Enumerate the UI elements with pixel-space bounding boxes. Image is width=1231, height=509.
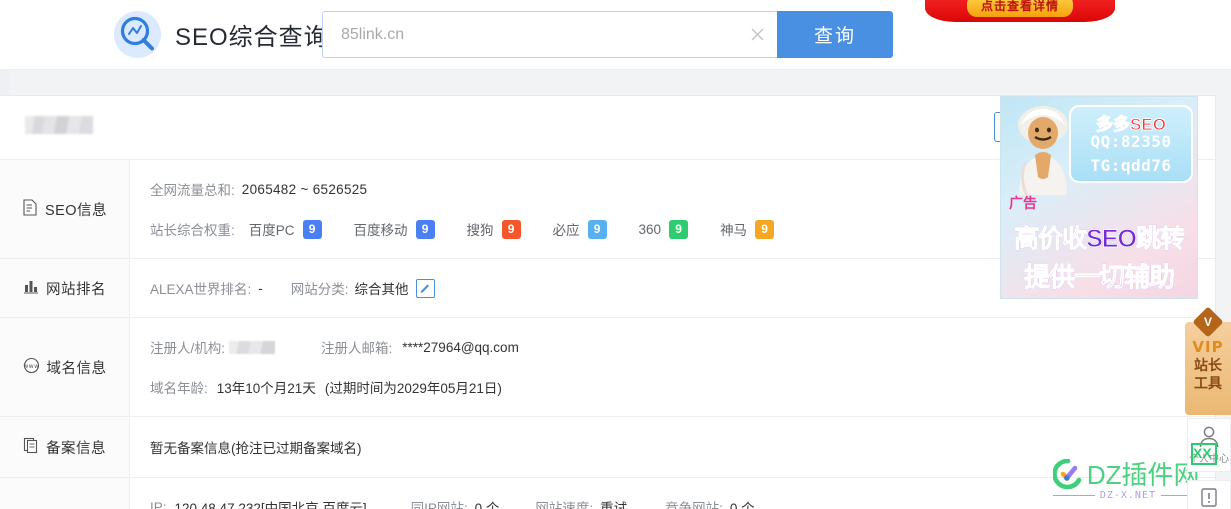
redacted-registrant [229,340,276,354]
result-panel: 历史数据 立即更新 [0,95,1216,509]
ad-tg: TG:qdd76 [1090,156,1172,175]
close-icon[interactable] [737,12,777,57]
document-seo-icon [22,198,38,220]
weight-badge: 9 [755,219,775,239]
ad-banner[interactable]: 多多SEO QQ:82350 TG:qdd76 广告 高价收SEO跳转 提供一切… [1000,96,1198,299]
weight-name: 神马 [720,223,748,238]
icp-text: 暂无备案信息(抢注已过期备案域名) [150,441,362,456]
domain-age-line: 域名年龄: 13年10个月21天 (过期时间为2029年05月21日) [150,374,1215,400]
weight-bing[interactable]: 必应 9 [553,219,607,239]
expire-note: (过期时间为2029年05月21日) [324,381,502,396]
redacted-site-name [25,116,93,134]
vip-diamond-letter: V [1203,315,1212,329]
www-globe-icon: www [23,357,40,378]
registrant-label: 注册人/机构: [150,341,226,356]
promo-banner-label[interactable]: 点击查看详情 [966,0,1074,17]
bar-chart-icon [23,279,39,298]
weight-name: 搜狗 [466,223,494,238]
speed-value[interactable]: 重试 [600,497,627,509]
alexa-label: ALEXA世界排名: [150,282,252,297]
feedback-widget[interactable] [1187,480,1231,509]
traffic-label: 全网流量总和: [150,183,235,198]
sidebar-item-label: SEO信息 [44,202,108,219]
email-label: 注册人邮箱: [321,341,393,356]
weight-badge: 9 [415,219,435,239]
magnifier-chart-icon [114,11,161,58]
promo-banner[interactable]: 点击查看详情 [925,0,1115,22]
weight-name: 百度移动 [353,223,408,238]
sidebar-item-seo-info[interactable]: SEO信息 [0,160,130,258]
ad-qq: QQ:82350 [1090,132,1172,151]
copy-docs-icon [23,437,39,458]
brand-logo[interactable]: SEO综合查询 [114,11,329,58]
ad-speech-bubble: 多多SEO QQ:82350 TG:qdd76 [1069,105,1193,183]
personal-center-widget[interactable]: 个人中心 XX [1187,418,1231,472]
weight-sogou[interactable]: 搜狗 9 [467,219,521,239]
row-site-info: 网站信息 IP: 120.48.47.232[中国北京 百度云] 同IP网站: … [0,478,1215,509]
ip-label: IP: [150,499,167,509]
email-value: ****27964@qq.com [402,339,519,355]
weight-name: 必应 [552,223,580,238]
weight-360[interactable]: 360 9 [638,219,689,239]
weight-badge: 9 [302,219,322,239]
weight-badge: 9 [587,219,607,239]
query-button[interactable]: 查询 [777,11,893,58]
page-root: 点击查看详情 SEO综合查询 查询 [0,0,1231,509]
sidebar-item-label: 备案信息 [46,440,106,457]
brand-title: SEO综合查询 [175,24,329,51]
registrant-line: 注册人/机构: 注册人邮箱: ****27964@qq.com [150,334,1215,360]
weight-name: 百度PC [248,223,295,238]
row-domain-info: www 域名信息 注册人/机构: 注册人邮箱: ****27964@qq.com… [0,318,1215,417]
domain-info-body: 注册人/机构: 注册人邮箱: ****27964@qq.com 域名年龄: 13… [130,318,1215,416]
site-info-body: IP: 120.48.47.232[中国北京 百度云] 同IP网站: 0 个 网… [130,478,1215,509]
weight-badge: 9 [669,219,689,239]
weight-name: 360 [638,221,662,237]
weight-badge: 9 [501,219,521,239]
icp-line: 暂无备案信息(抢注已过期备案域名) [150,434,1215,460]
age-value: 13年10个月21天 [216,381,316,396]
category-label: 网站分类: [290,282,349,297]
compete-value: 0 个 [729,501,755,509]
weight-baidu-mobile[interactable]: 百度移动 9 [354,219,435,239]
sidebar-item-site-info[interactable]: 网站信息 [0,478,130,509]
weight-shenma[interactable]: 神马 9 [720,219,775,239]
vip-sub-line-1: 站长 [1194,357,1222,373]
search-input[interactable] [323,12,737,57]
sidebar-item-site-rank[interactable]: 网站排名 [0,259,130,317]
vip-sub-line-2: 工具 [1194,375,1222,391]
ip-value: 120.48.47.232[中国北京 百度云] [174,501,367,509]
vip-tool-widget[interactable]: V VIP 站长 工具 [1185,306,1231,415]
sidebar-item-domain-info[interactable]: www 域名信息 [0,318,130,416]
same-ip-label: 同IP网站: [410,501,468,509]
edit-pencil-icon[interactable] [415,278,435,298]
ip-line: IP: 120.48.47.232[中国北京 百度云] 同IP网站: 0 个 网… [150,494,1215,509]
ad-label: 广告 [1009,195,1037,211]
same-ip-value: 0 个 [474,501,500,509]
row-icp-info: 备案信息 暂无备案信息(抢注已过期备案域名) [0,417,1215,478]
ad-line-1: 高价收SEO跳转 [1001,219,1197,255]
sidebar-item-label: 域名信息 [46,360,107,377]
ad-line-2: 提供一切辅助 [1001,257,1197,294]
speed-label: 网站速度: [535,501,594,509]
sidebar-item-icp-info[interactable]: 备案信息 [0,417,130,477]
selection-text: XX [1193,445,1212,461]
alexa-value: - [258,280,263,296]
age-label: 域名年龄: [150,381,208,396]
sidebar-item-label: 网站排名 [46,281,106,298]
feedback-icon [1188,487,1230,509]
weight-baidu-pc[interactable]: 百度PC 9 [249,219,322,239]
compete-label: 竞争网站: [665,501,723,509]
vip-diamond-icon: V [1192,306,1224,338]
category-value: 综合其他 [354,282,409,297]
svg-text:www: www [23,363,39,370]
traffic-value: 2065482 ~ 6526525 [241,181,368,197]
icp-info-body: 暂无备案信息(抢注已过期备案域名) [130,417,1215,477]
search-box[interactable] [322,11,777,58]
weight-label: 站长综合权重: [150,223,235,238]
